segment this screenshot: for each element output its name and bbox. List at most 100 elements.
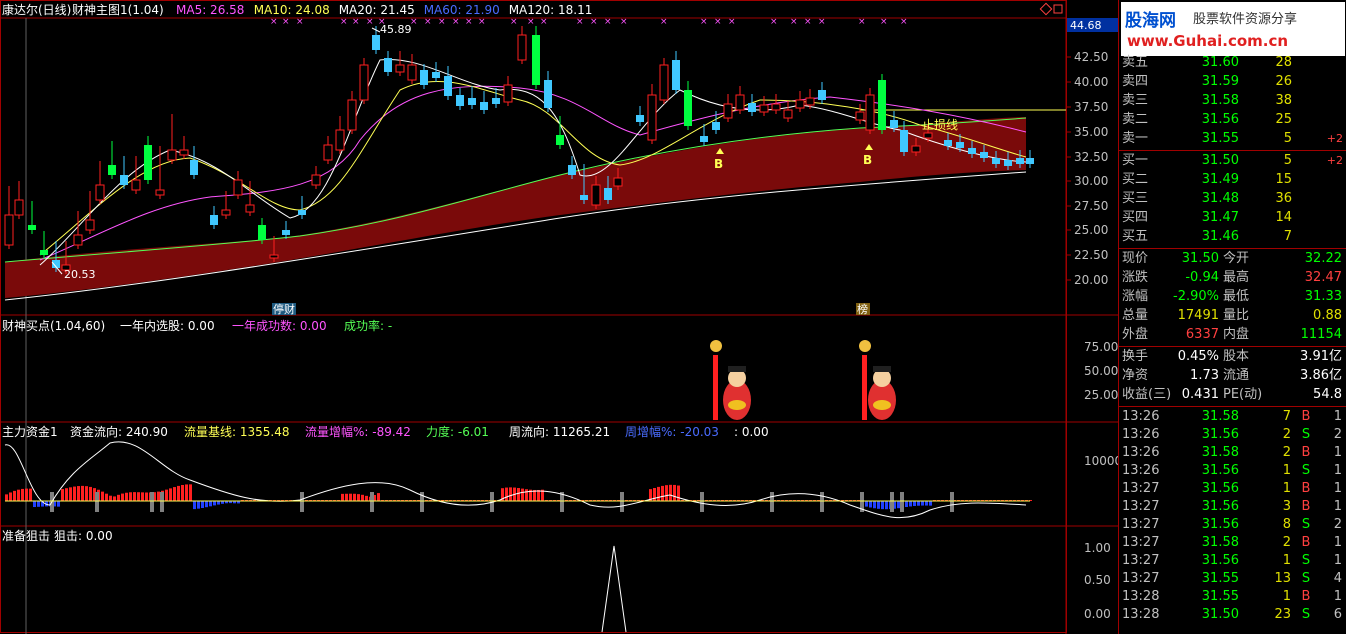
flow-bar [37,501,40,507]
tick-price: 31.55 [1201,589,1239,604]
sell-level-row[interactable]: 卖一 31.55 5 +2 [1119,130,1346,148]
buy-level-price: 31.50 [1201,153,1239,168]
stock-chart-area[interactable]: 康达尔(日线) 财神主图1(1.04) MA5: 26.58 MA10: 24.0… [0,0,1118,634]
quote-sidebar: 股海网 股票软件资源分享 www.Guhai.com.cn 卖五 31.60 28 卖… [1118,0,1346,634]
buy-level-row[interactable]: 买五 31.46 7 [1119,228,1346,246]
stock-title: 康达尔(日线) [2,2,71,17]
quote-value: 6337 [1185,327,1219,342]
square-icon[interactable] [1053,4,1063,14]
candle-body [992,158,1000,164]
sell-level-row[interactable]: 卖二 31.56 25 [1119,111,1346,129]
candle-body [613,177,623,187]
candle-body [783,109,793,119]
tick-count: 1 [1333,553,1342,568]
sell-level-row[interactable]: 卖三 31.58 38 [1119,92,1346,110]
candle-body [95,184,105,201]
candle-body [923,132,933,139]
buy-signal-label: B [863,153,872,167]
panel3-legend: 资金流向: 240.90 流量基线: 1355.48 流量增幅%: -89.42 力度… [70,424,769,439]
tick-row[interactable]: 13:27 31.56 8 S 2 [1119,516,1346,534]
flow-bar [137,492,140,501]
flow-bar [181,484,184,501]
sell-level-label: 卖五 [1122,55,1149,70]
candle-body [269,254,279,259]
sell-level-row[interactable]: 卖四 31.59 26 [1119,73,1346,91]
tick-row[interactable]: 13:27 31.58 2 B 1 [1119,534,1346,552]
flow-bar [21,488,24,501]
quote-label: PE(动) [1223,387,1263,402]
tick-row[interactable]: 13:27 31.56 1 B 1 [1119,480,1346,498]
quote-value: 31.33 [1304,289,1342,304]
signal-x-mark: × [770,17,778,27]
sell-level-price: 31.60 [1201,55,1239,70]
candle-body [759,104,769,113]
sell-level-row[interactable]: 卖五 31.60 28 [1119,54,1346,72]
buy-level-row[interactable]: 买一 31.50 5 +2 [1119,152,1346,170]
tick-row[interactable]: 13:26 31.56 1 S 1 [1119,462,1346,480]
flow-bar [101,491,104,501]
flow-bar [377,493,380,501]
tick-row[interactable]: 13:28 31.50 23 S 6 [1119,606,1346,624]
buy-level-row[interactable]: 买三 31.48 36 [1119,190,1346,208]
flow-bar [113,496,116,501]
signal-x-mark: × [282,17,290,27]
buy-level-price: 31.46 [1201,229,1239,244]
quote-row: 总量 17491 量比 0.88 [1119,307,1346,325]
candle-body [258,225,266,240]
price-scale-label: 37.50 [1074,100,1108,114]
flow-bar [913,501,916,507]
tick-row[interactable]: 13:26 31.58 7 B 1 [1119,408,1346,426]
tick-row[interactable]: 13:27 31.56 1 S 1 [1119,552,1346,570]
tick-row[interactable]: 13:26 31.58 2 B 1 [1119,444,1346,462]
tick-side: B [1301,481,1311,496]
tick-row[interactable]: 13:28 31.55 1 B 1 [1119,588,1346,606]
quote-label: 净资 [1122,368,1149,383]
candle-body [359,64,369,101]
signal-x-mark: × [804,17,812,27]
tick-row[interactable]: 13:27 31.55 13 S 4 [1119,570,1346,588]
signal-x-mark: × [714,17,722,27]
guhai-logo: 股海网 股票软件资源分享 www.Guhai.com.cn [1121,2,1345,56]
flow-bar [349,493,352,501]
flow-bar [361,494,364,501]
tick-volume: 1 [1282,553,1291,568]
tick-volume: 1 [1282,463,1291,478]
divider [1119,346,1346,347]
signal-x-mark: × [340,17,348,27]
flow-bar [89,486,92,501]
signal-x-mark: × [728,17,736,27]
scale-label: 50.00 [1084,364,1118,378]
tick-side: B [1301,589,1311,604]
buy-level-volume: 5 [1283,153,1292,168]
tick-time: 13:27 [1122,535,1160,550]
diamond-icon[interactable] [1039,2,1053,16]
flow-bar [5,494,8,501]
tick-row[interactable]: 13:26 31.56 2 S 2 [1119,426,1346,444]
flow-bar [345,493,348,501]
tick-count: 1 [1333,445,1342,460]
flow-bar [209,501,212,507]
buy-level-row[interactable]: 买二 31.49 15 [1119,171,1346,189]
quote-value: 0.431 [1181,387,1219,402]
signal-x-mark: × [900,17,908,27]
candle-body [980,152,988,158]
ma-legend-item: MA5: 26.58 [176,3,244,17]
ma-legend-item: MA20: 21.45 [339,3,415,17]
quote-row: 换手 0.45% 股本 3.91亿 [1119,348,1346,366]
candle-body [190,160,198,175]
divider [1119,248,1346,249]
tick-price: 31.58 [1201,409,1239,424]
flow-bar [885,501,888,510]
price-scale-label: 42.50 [1074,50,1108,64]
candle-body [233,179,243,196]
candle-body [1016,158,1024,164]
quote-row: 外盘 6337 内盘 11154 [1119,326,1346,344]
signal-x-mark: × [880,17,888,27]
candle-body [245,204,255,213]
tick-row[interactable]: 13:27 31.56 3 B 1 [1119,498,1346,516]
candle-body [492,98,500,104]
indicator-name: 财神主图1(1.04) [72,3,164,17]
quote-value: -0.94 [1185,270,1219,285]
buy-level-row[interactable]: 买四 31.47 14 [1119,209,1346,227]
main-panel-close-icons[interactable] [1039,2,1063,16]
